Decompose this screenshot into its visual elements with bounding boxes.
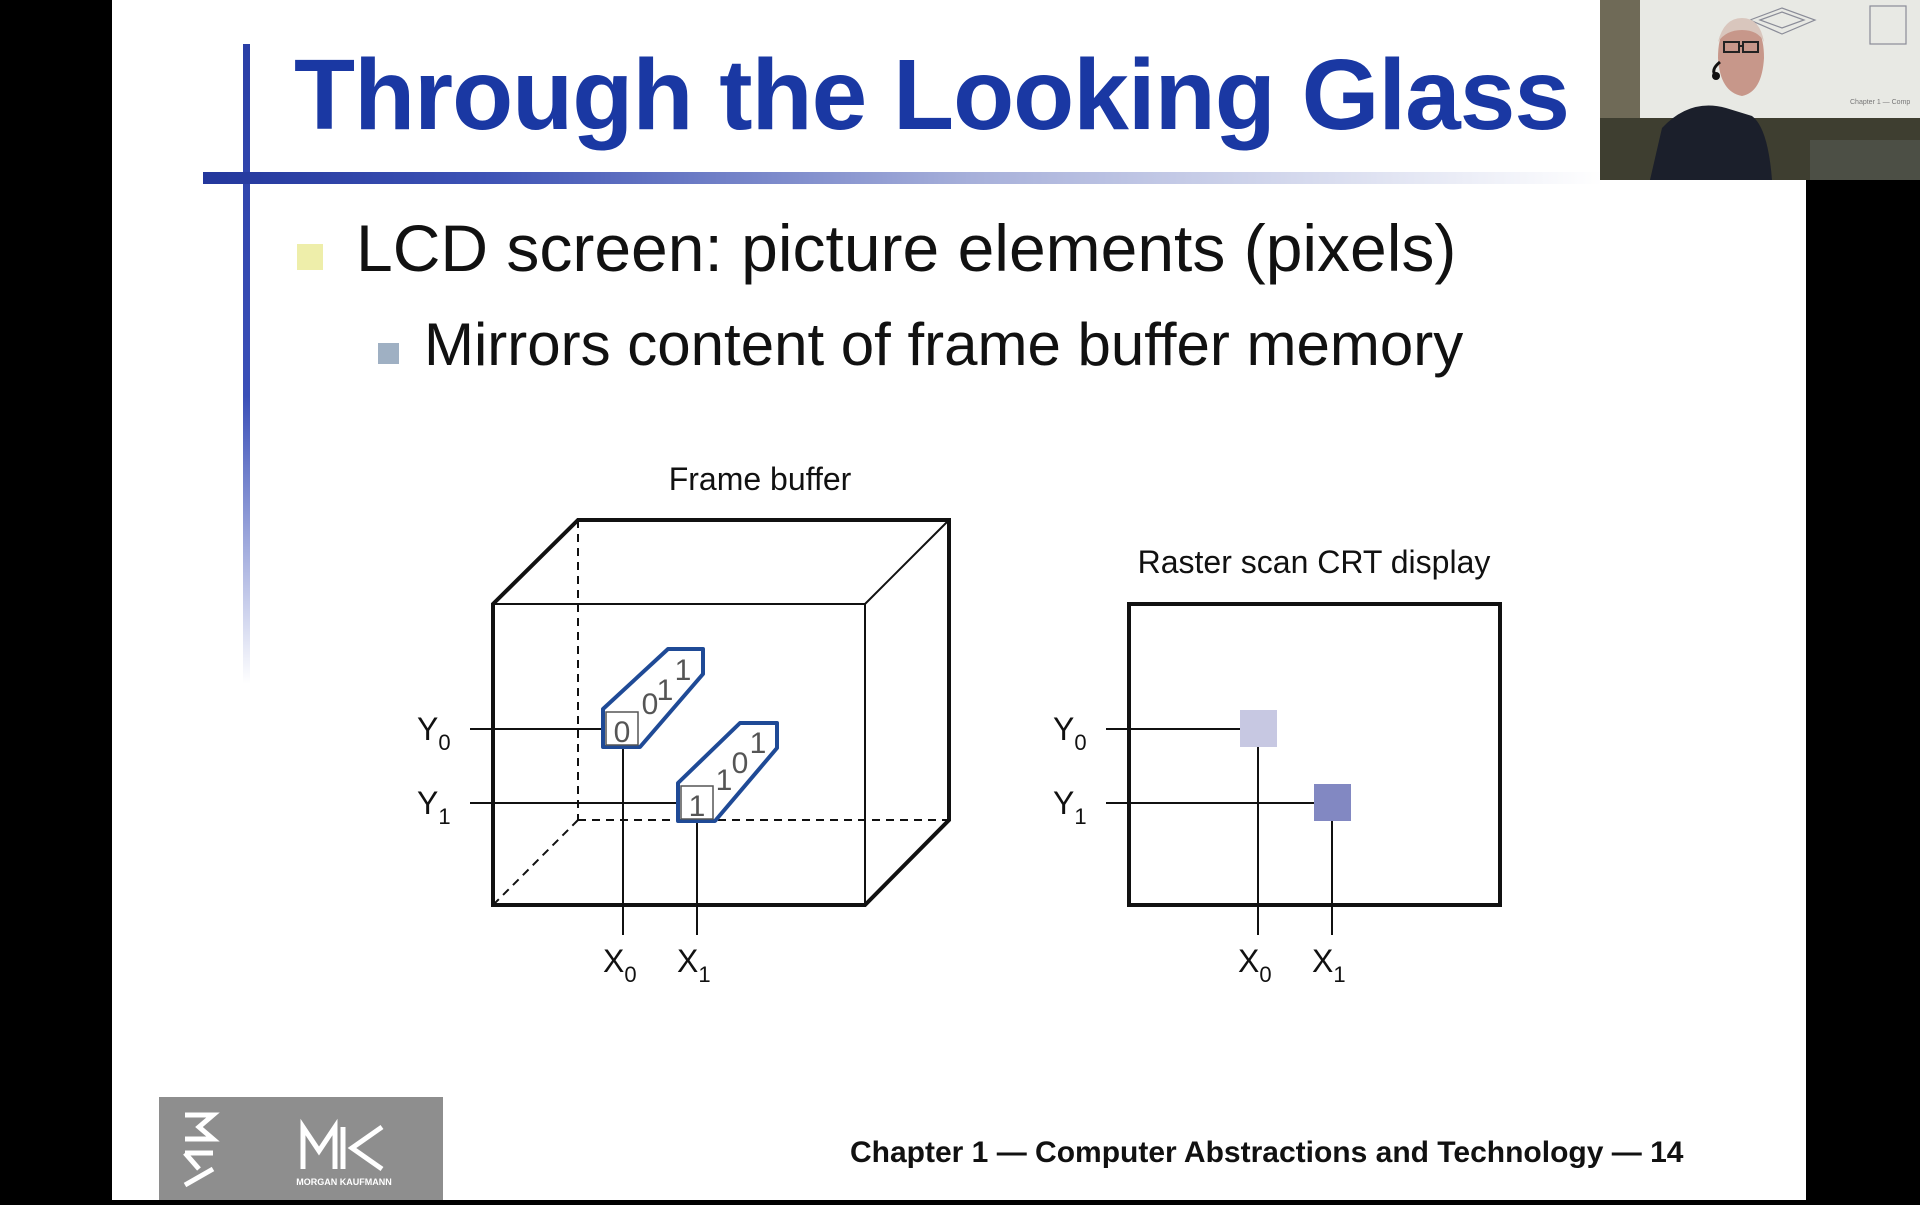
publisher-logo: MORGAN KAUFMANN — [159, 1097, 443, 1200]
bit-digit: 1 — [750, 727, 767, 760]
bit-digit: 0 — [732, 747, 749, 780]
logo-mk-rotated-mark — [183, 1112, 220, 1188]
crt-y-label: Y1 — [1053, 785, 1087, 829]
bit-digit: 1 — [657, 674, 674, 707]
bit-digit: 1 — [716, 764, 733, 797]
box-hidden-edge — [492, 819, 579, 906]
crt-y-label: Y0 — [1053, 711, 1087, 755]
frame-buffer-box — [491, 518, 951, 907]
y-axis-label: Y1 — [417, 785, 451, 829]
slide-footer: Chapter 1 — Computer Abstractions and Te… — [850, 1136, 1684, 1169]
logo-subtext: MORGAN KAUFMANN — [296, 1177, 392, 1187]
logo-m-mark — [300, 1118, 338, 1169]
bit-digit: 1 — [689, 790, 706, 823]
crt-screen — [1127, 602, 1502, 907]
crt-x-label: X1 — [1312, 943, 1346, 987]
box-top-right-edge — [864, 519, 950, 605]
bit-digit: 0 — [614, 716, 631, 749]
x-axis-label: X1 — [677, 943, 711, 987]
crt-x-label: X0 — [1238, 943, 1272, 987]
y-axis-label: Y0 — [417, 711, 451, 755]
logo-k-mark — [340, 1124, 384, 1172]
crt-display-label: Raster scan CRT display — [1138, 544, 1491, 580]
presenter-webcam: Chapter 1 — Comp — [1600, 0, 1920, 180]
frame-buffer-diagram: Frame buffer 0 0 1 1 1 1 0 1 Y0 Y1 X0 X1… — [417, 461, 1502, 987]
crt-pixel-dark — [1314, 784, 1351, 821]
webcam-board-caption: Chapter 1 — Comp — [1850, 99, 1910, 106]
bit-digit: 1 — [675, 654, 692, 687]
frame-buffer-label: Frame buffer — [669, 461, 852, 497]
crt-pixel-light — [1240, 710, 1277, 747]
x-axis-label: X0 — [603, 943, 637, 987]
